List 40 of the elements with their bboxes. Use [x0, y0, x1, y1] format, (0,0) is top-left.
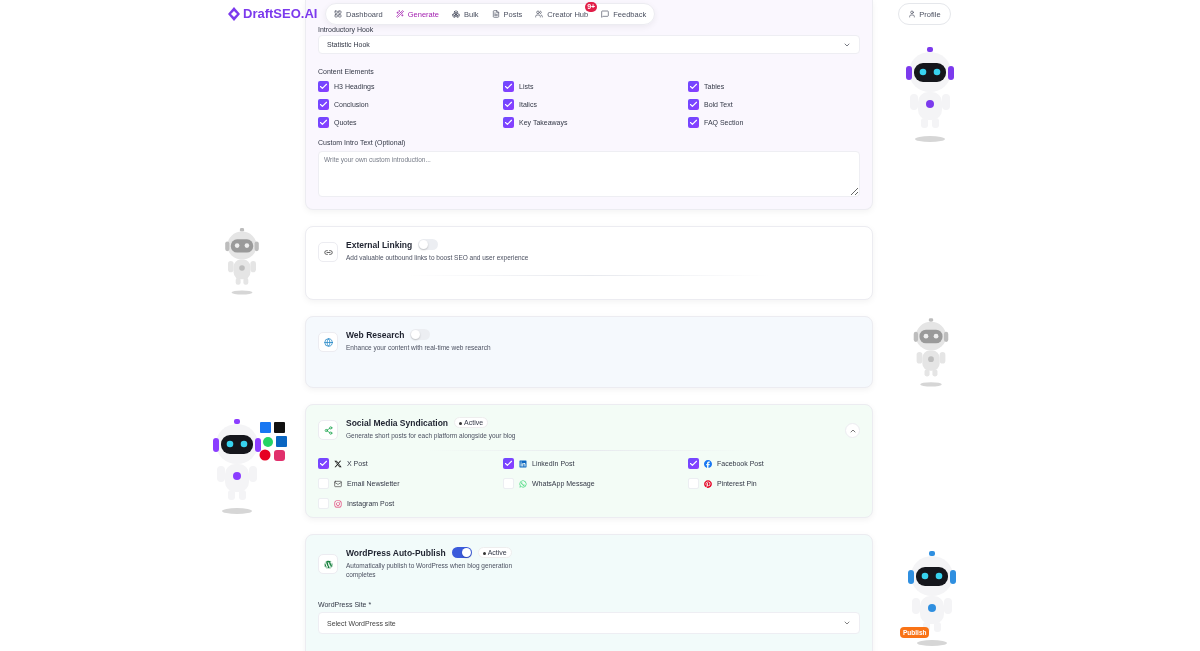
checkbox[interactable] — [318, 458, 329, 470]
section-title: External Linking — [346, 239, 413, 250]
social-icons-drawing — [258, 420, 290, 462]
nav-icon — [601, 10, 610, 18]
section-title: Web Research — [346, 329, 405, 340]
checkbox[interactable] — [688, 117, 699, 128]
nav-icon — [535, 10, 544, 18]
checkbox[interactable] — [318, 99, 329, 110]
logo-icon — [228, 6, 240, 21]
checkbox[interactable] — [688, 81, 699, 92]
pinterest-icon — [704, 479, 712, 488]
user-icon — [908, 10, 917, 18]
toggle-switch[interactable] — [451, 547, 472, 559]
linkedin-icon — [519, 459, 527, 468]
mail-icon — [334, 479, 342, 488]
toggle-switch[interactable] — [418, 239, 439, 250]
nav-icon — [491, 10, 500, 18]
wordpress-icon — [318, 554, 338, 575]
checkbox[interactable] — [688, 99, 699, 110]
checkbox[interactable] — [318, 117, 329, 128]
facebook-icon — [704, 459, 712, 468]
checkbox[interactable] — [503, 99, 514, 110]
checkbox[interactable] — [503, 81, 514, 92]
nav-icon — [452, 10, 460, 18]
checkbox[interactable] — [503, 458, 514, 470]
toggle-switch[interactable] — [410, 329, 431, 340]
x-icon — [334, 459, 342, 468]
checkbox[interactable] — [503, 117, 514, 128]
brand-name: DraftSEO.AI — [243, 6, 318, 21]
link-icon — [318, 242, 338, 262]
nav-icon — [395, 10, 404, 18]
checkbox[interactable] — [318, 81, 329, 92]
instagram-icon — [334, 499, 342, 508]
globe-icon — [318, 332, 338, 352]
section-title: Social Media Syndication — [346, 417, 449, 428]
nav-icon — [334, 10, 342, 18]
whatsapp-icon — [519, 479, 527, 488]
checkbox[interactable] — [688, 458, 699, 470]
share-icon — [318, 420, 338, 440]
section-title: WordPress Auto-Publish — [346, 547, 446, 558]
